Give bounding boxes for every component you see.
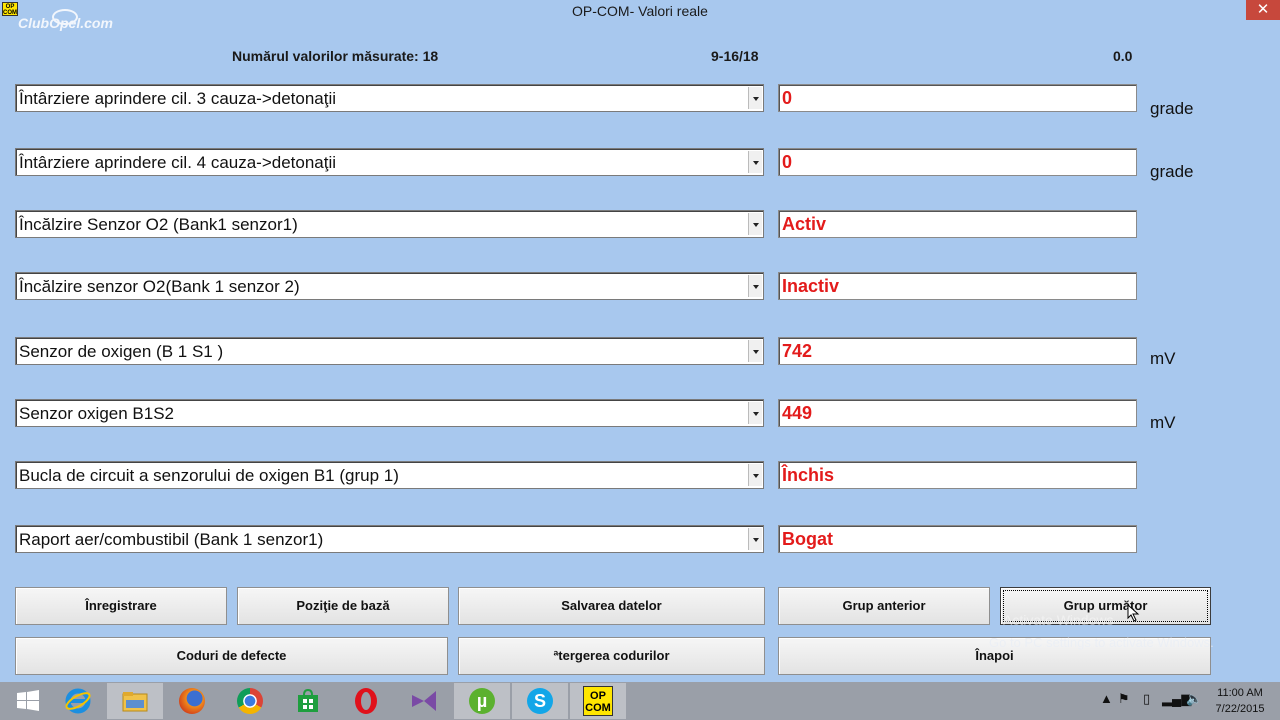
taskbar-item-utorrent[interactable]: µ: [454, 683, 510, 719]
clock-time: 11:00 AM: [1217, 687, 1263, 699]
parameter-label: Senzor oxigen B1S2: [19, 404, 174, 423]
parameter-select-8[interactable]: Raport aer/combustibil (Bank 1 senzor1): [15, 525, 764, 553]
parameter-label: Întârziere aprindere cil. 4 cauza->deton…: [19, 153, 337, 172]
taskbar-item-visual-studio[interactable]: [396, 683, 452, 719]
firefox-icon: [179, 688, 205, 714]
chevron-down-icon[interactable]: [748, 151, 762, 173]
taskbar-item-opcom[interactable]: OP COM: [570, 683, 626, 719]
value-text: Închis: [782, 465, 835, 485]
skype-icon: S: [527, 688, 553, 714]
value-text: Inactiv: [782, 276, 840, 296]
value-field-4: Inactiv: [778, 272, 1137, 300]
base-position-button[interactable]: Poziţie de bază: [237, 587, 449, 625]
value-field-7: Închis: [778, 461, 1137, 489]
unit-label: grade: [1150, 162, 1194, 181]
tray-chevron-up-icon[interactable]: ▲: [1100, 691, 1113, 706]
value-text: 742: [782, 341, 813, 361]
parameter-label: Încălzire senzor O2(Bank 1 senzor 2): [19, 277, 300, 296]
opera-icon: [355, 688, 377, 714]
parameter-select-5[interactable]: Senzor de oxigen (B 1 S1 ): [15, 337, 764, 365]
save-data-button[interactable]: Salvarea datelor: [458, 587, 765, 625]
parameter-label: Încălzire Senzor O2 (Bank1 senzor1): [19, 215, 298, 234]
file-explorer-icon: [122, 692, 148, 712]
value-text: 0: [782, 88, 793, 108]
parameter-select-2[interactable]: Întârziere aprindere cil. 4 cauza->deton…: [15, 148, 764, 176]
taskbar-item-explorer[interactable]: [107, 683, 163, 719]
chevron-down-icon[interactable]: [748, 275, 762, 297]
chevron-down-icon[interactable]: [748, 87, 762, 109]
record-button[interactable]: Înregistrare: [15, 587, 227, 625]
mouse-cursor-icon: [1127, 604, 1140, 622]
activation-notice: Go to PC settings to activate Windows.: [989, 635, 1214, 650]
taskbar: µ S OP COM ▲ ⚑ ▯ ▂▄▆ 🔈 11:00 AM 7/22/201…: [0, 682, 1280, 720]
chevron-down-icon[interactable]: [748, 213, 762, 235]
measured-count-label: Numărul valorilor măsurate: 18: [232, 48, 439, 64]
parameter-label: Bucla de circuit a senzorului de oxigen …: [19, 466, 399, 485]
opcom-icon: OP COM: [583, 686, 613, 716]
taskbar-item-chrome[interactable]: [222, 683, 278, 719]
group-range: 9-16/18: [711, 48, 759, 64]
value-field-1: 0: [778, 84, 1137, 112]
chevron-down-icon[interactable]: [748, 464, 762, 486]
parameter-select-3[interactable]: Încălzire Senzor O2 (Bank1 senzor1): [15, 210, 764, 238]
activation-ghost: Activate Windows: [1003, 612, 1114, 628]
fault-codes-button[interactable]: Coduri de defecte: [15, 637, 448, 675]
chevron-down-icon[interactable]: [748, 340, 762, 362]
window-title: OP-COM- Valori reale: [572, 3, 708, 19]
parameter-label: Întârziere aprindere cil. 3 cauza->deton…: [19, 89, 337, 108]
value-text: Activ: [782, 214, 827, 234]
internet-explorer-icon: [65, 688, 91, 714]
battery-icon[interactable]: ▯: [1143, 691, 1150, 707]
taskbar-item-opera[interactable]: [338, 683, 394, 719]
header-value: 0.0: [1113, 48, 1133, 64]
clubopel-watermark: ClubOpel.com: [18, 9, 113, 31]
value-field-2: 0: [778, 148, 1137, 176]
chrome-icon: [237, 688, 263, 714]
parameter-label: Raport aer/combustibil (Bank 1 senzor1): [19, 530, 324, 549]
taskbar-item-firefox[interactable]: [164, 683, 220, 719]
value-field-8: Bogat: [778, 525, 1137, 553]
clock-date: 7/22/2015: [1215, 703, 1265, 715]
title-bar: OP COM OP-COM- Valori reale ✕: [0, 0, 1280, 22]
value-field-3: Activ: [778, 210, 1137, 238]
value-text: 449: [782, 403, 813, 423]
value-text: 0: [782, 152, 793, 172]
clear-codes-button[interactable]: ªtergerea codurilor: [458, 637, 765, 675]
visual-studio-icon: [412, 691, 436, 711]
start-button[interactable]: [0, 683, 56, 719]
unit-label: mV: [1150, 413, 1176, 432]
unit-label: grade: [1150, 99, 1194, 118]
value-field-6: 449: [778, 399, 1137, 427]
parameter-select-4[interactable]: Încălzire senzor O2(Bank 1 senzor 2): [15, 272, 764, 300]
clock[interactable]: 11:00 AM 7/22/2015: [1205, 685, 1275, 717]
parameter-select-6[interactable]: Senzor oxigen B1S2: [15, 399, 764, 427]
parameter-label: Senzor de oxigen (B 1 S1 ): [19, 342, 224, 361]
value-text: Bogat: [782, 529, 833, 549]
parameter-select-7[interactable]: Bucla de circuit a senzorului de oxigen …: [15, 461, 764, 489]
parameter-select-1[interactable]: Întârziere aprindere cil. 3 cauza->deton…: [15, 84, 764, 112]
opel-logo-icon: [52, 9, 78, 25]
taskbar-item-ie[interactable]: [50, 683, 106, 719]
unit-label: mV: [1150, 349, 1176, 368]
value-field-5: 742: [778, 337, 1137, 365]
taskbar-item-skype[interactable]: S: [512, 683, 568, 719]
chevron-down-icon[interactable]: [748, 528, 762, 550]
action-center-flag-icon[interactable]: ⚑: [1118, 691, 1130, 707]
chevron-down-icon[interactable]: [748, 402, 762, 424]
store-icon: [298, 689, 318, 712]
taskbar-item-store[interactable]: [280, 683, 336, 719]
utorrent-icon: µ: [469, 688, 495, 714]
start-icon: [17, 690, 39, 711]
volume-icon[interactable]: 🔈: [1186, 691, 1202, 707]
close-button[interactable]: ✕: [1246, 0, 1280, 20]
prev-group-button[interactable]: Grup anterior: [778, 587, 990, 625]
